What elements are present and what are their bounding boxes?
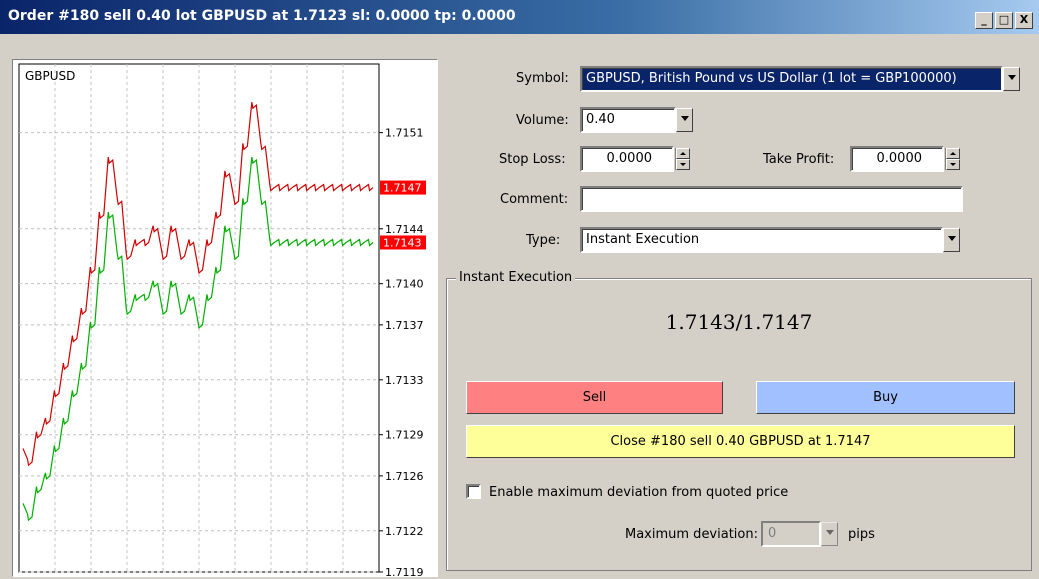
type-label: Type: <box>526 233 561 248</box>
y-tick-label: 1.7144 <box>385 223 424 236</box>
max-deviation-label: Maximum deviation: <box>625 527 758 542</box>
symbol-dropdown-icon[interactable] <box>1003 67 1020 91</box>
group-label: Instant Execution <box>456 270 576 285</box>
chart-title: GBPUSD <box>25 69 75 83</box>
window-title: Order #180 sell 0.40 lot GBPUSD at 1.712… <box>8 8 516 24</box>
take-profit-input[interactable]: 0.0000 <box>850 146 944 172</box>
max-deviation-dropdown-icon <box>821 522 838 546</box>
y-tick-label: 1.7129 <box>385 429 424 442</box>
comment-label: Comment: <box>500 192 569 207</box>
stop-loss-spinner[interactable] <box>675 148 690 170</box>
max-deviation-input: 0 <box>761 521 821 547</box>
deviation-checkbox-label: Enable maximum deviation from quoted pri… <box>489 485 789 500</box>
volume-label: Volume: <box>516 113 569 128</box>
quote-display: 1.7143/1.7147 <box>665 310 813 334</box>
pips-label: pips <box>848 527 875 542</box>
symbol-select[interactable]: GBPUSD, British Pound vs US Dollar (1 lo… <box>580 66 1003 92</box>
deviation-checkbox[interactable] <box>466 484 481 499</box>
title-bar: Order #180 sell 0.40 lot GBPUSD at 1.712… <box>0 0 1039 34</box>
y-tick-label: 1.7126 <box>385 470 424 483</box>
take-profit-label: Take Profit: <box>763 152 835 167</box>
symbol-label: Symbol: <box>516 71 569 86</box>
comment-input[interactable] <box>580 186 963 212</box>
y-tick-label: 1.7137 <box>385 319 424 332</box>
close-order-button[interactable]: Close #180 sell 0.40 GBPUSD at 1.7147 <box>466 425 1015 458</box>
take-profit-spinner[interactable] <box>945 148 960 170</box>
type-dropdown-icon[interactable] <box>943 228 960 252</box>
y-tick-label: 1.7119 <box>385 566 424 576</box>
stop-loss-label: Stop Loss: <box>499 152 566 167</box>
price-tag-label: 1.7143 <box>383 236 422 249</box>
stop-loss-input[interactable]: 0.0000 <box>580 146 674 172</box>
y-tick-label: 1.7140 <box>385 278 424 291</box>
y-tick-label: 1.7133 <box>385 374 424 387</box>
price-chart: 1.7151 1.7144 1.7140 1.7137 1.7133 1.7129 1.71… <box>12 59 438 577</box>
chart-canvas: 1.7151 1.7144 1.7140 1.7137 1.7133 1.7129 1.71… <box>18 63 426 576</box>
type-select[interactable]: Instant Execution <box>580 227 943 253</box>
sell-button[interactable]: Sell <box>466 381 723 414</box>
close-button[interactable]: X <box>1015 12 1033 29</box>
minimize-button[interactable]: _ <box>975 12 993 29</box>
price-tag-label: 1.7147 <box>383 182 422 195</box>
volume-select[interactable]: 0.40 <box>580 107 676 133</box>
buy-button[interactable]: Buy <box>756 381 1015 414</box>
y-tick-label: 1.7122 <box>385 525 424 538</box>
maximize-button[interactable]: □ <box>995 12 1013 29</box>
y-tick-label: 1.7151 <box>385 127 424 140</box>
volume-dropdown-icon[interactable] <box>676 108 693 132</box>
